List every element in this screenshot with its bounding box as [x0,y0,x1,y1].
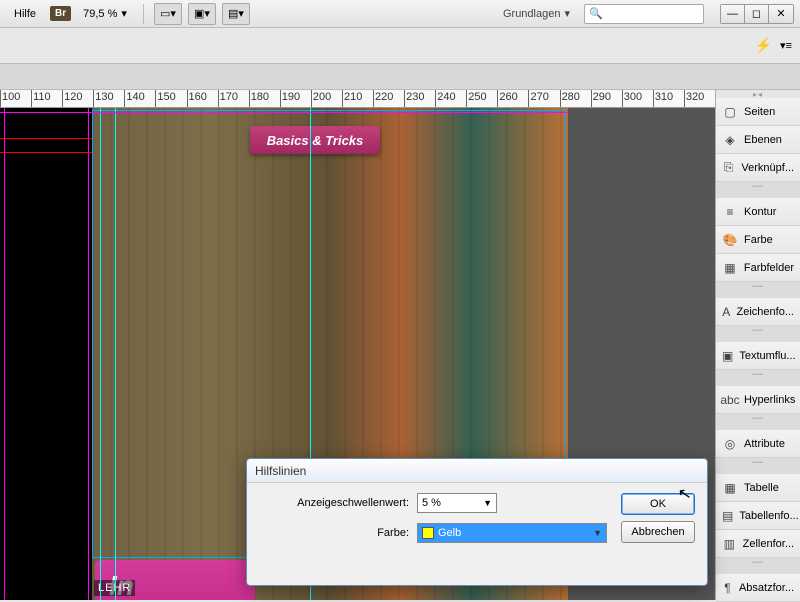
minimize-button[interactable]: — [721,5,745,23]
ruler-tick: 260 [497,90,517,108]
view-options-icon[interactable]: ▤▾ [222,3,250,25]
close-button[interactable]: ✕ [769,5,793,23]
gpu-icon[interactable]: ⚡ [755,37,772,54]
ruler-tick: 110 [31,90,51,108]
ruler-tick: 180 [249,90,269,108]
ruler-tick: 190 [280,90,300,108]
hyperlinks-panel[interactable]: abc Hyperlinks [716,386,800,414]
ok-button[interactable]: OK [621,493,695,515]
ruler-tick: 170 [218,90,238,108]
color-panel[interactable]: 🎨 Farbe [716,226,800,254]
ruler-tick: 230 [404,90,424,108]
ruler-tick: 280 [560,90,580,108]
panel-menu-icon[interactable]: ▾≡ [780,39,792,52]
panel-dock: ▸◂▢Seiten◈Ebenen⎘Verknüpf...┉┉≡Kontur🎨Fa… [715,90,800,600]
ruler-tick: 270 [528,90,548,108]
layers-icon: ◈ [722,132,738,148]
cellfmt-icon: ▥ [722,536,737,552]
chevron-down-icon: ▼ [593,528,602,538]
ruler-tick: 250 [466,90,486,108]
ruler-tick: 320 [684,90,704,108]
control-bar: ⚡ ▾≡ [0,28,800,64]
pages-panel[interactable]: ▢ Seiten [716,98,800,126]
dialog-title[interactable]: Hilfslinien [247,459,707,483]
ruler-tick: 140 [124,90,144,108]
swatches-icon: ▦ [722,260,738,276]
links-panel[interactable]: ⎘ Verknüpf... [716,154,800,182]
swatches-panel[interactable]: ▦ Farbfelder [716,254,800,282]
ruler-tick: 100 [0,90,20,108]
tablefmt-panel[interactable]: ▤ Tabellenfo... [716,502,800,530]
ruler-tick: 130 [93,90,113,108]
textwrap-panel[interactable]: ▣ Textumflu... [716,342,800,370]
panel-label: Seiten [744,106,775,118]
color-icon: 🎨 [722,232,738,248]
panel-label: Hyperlinks [744,394,795,406]
panel-label: Textumflu... [739,350,795,362]
cellfmt-panel[interactable]: ▥ Zellenfor... [716,530,800,558]
ruler-tick: 240 [435,90,455,108]
guides-dialog: Hilfslinien Anzeigeschwellenwert: 5 %▼ F… [246,458,708,586]
ruler-tick: 300 [622,90,642,108]
hyperlinks-icon: abc [722,392,738,408]
window-controls: — ◻ ✕ [720,4,794,24]
horizontal-ruler[interactable]: 100 110 120 130 140 150 160 170 180 190 200 210 220 2… [0,90,800,108]
parafmt-icon: ¶ [722,580,733,596]
links-icon: ⎘ [722,160,735,176]
parafmt-panel[interactable]: ¶ Absatzfor... [716,574,800,602]
tablefmt-icon: ▤ [722,508,733,524]
chevron-down-icon: ▾ [121,7,127,20]
cancel-button[interactable]: Abbrechen [621,521,695,543]
banner-label[interactable]: Basics & Tricks [250,126,380,154]
color-swatch [422,527,434,539]
ruler-tick: 120 [62,90,82,108]
threshold-label: Anzeigeschwellenwert: [259,497,409,509]
color-label: Farbe: [259,527,409,539]
ruler-tick: 210 [342,90,362,108]
layers-panel[interactable]: ◈ Ebenen [716,126,800,154]
maximize-button[interactable]: ◻ [745,5,769,23]
pages-icon: ▢ [722,104,738,120]
zoom-dropdown[interactable]: 79,5 %▾ [77,5,133,22]
chevron-down-icon: ▼ [483,498,492,508]
panel-label: Zellenfor... [743,538,794,550]
menu-bar: Hilfe Br 79,5 %▾ ▭▾ ▣▾ ▤▾ Grundlagen▾ 🔍 … [0,0,800,28]
stroke-icon: ≡ [722,204,738,220]
panel-label: Ebenen [744,134,782,146]
panel-label: Farbfelder [744,262,794,274]
ruler-tick: 220 [373,90,393,108]
panel-label: Absatzfor... [739,582,794,594]
ruler-tick: 150 [155,90,175,108]
ruler-tick: 160 [187,90,207,108]
panel-label: Attribute [744,438,785,450]
panel-label: Tabelle [744,482,779,494]
character-panel[interactable]: A Zeichenfo... [716,298,800,326]
table-icon: ▦ [722,480,738,496]
help-menu[interactable]: Hilfe [6,4,44,24]
ruler-tick: 290 [591,90,611,108]
attributes-icon: ◎ [722,436,738,452]
ruler-tick: 200 [311,90,331,108]
ruler-tick: 310 [653,90,673,108]
bridge-button[interactable]: Br [50,6,71,21]
panel-label: Kontur [744,206,776,218]
panel-label: Zeichenfo... [737,306,794,318]
stroke-panel[interactable]: ≡ Kontur [716,198,800,226]
character-icon: A [722,304,731,320]
panel-label: Farbe [744,234,773,246]
workspace-dropdown[interactable]: Grundlagen▾ [495,5,578,22]
panel-label: Verknüpf... [741,162,794,174]
textwrap-icon: ▣ [722,348,733,364]
threshold-dropdown[interactable]: 5 %▼ [417,493,497,513]
panel-label: Tabellenfo... [739,510,798,522]
screen-mode-icon[interactable]: ▭▾ [154,3,182,25]
search-input[interactable]: 🔍 [584,4,704,24]
color-dropdown[interactable]: Gelb▼ [417,523,607,543]
search-icon: 🔍 [589,7,603,20]
attributes-panel[interactable]: ◎ Attribute [716,430,800,458]
table-panel[interactable]: ▦ Tabelle [716,474,800,502]
document-tabs [0,64,800,90]
arrange-icon[interactable]: ▣▾ [188,3,216,25]
panel-grip[interactable]: ▸◂ [716,90,800,98]
